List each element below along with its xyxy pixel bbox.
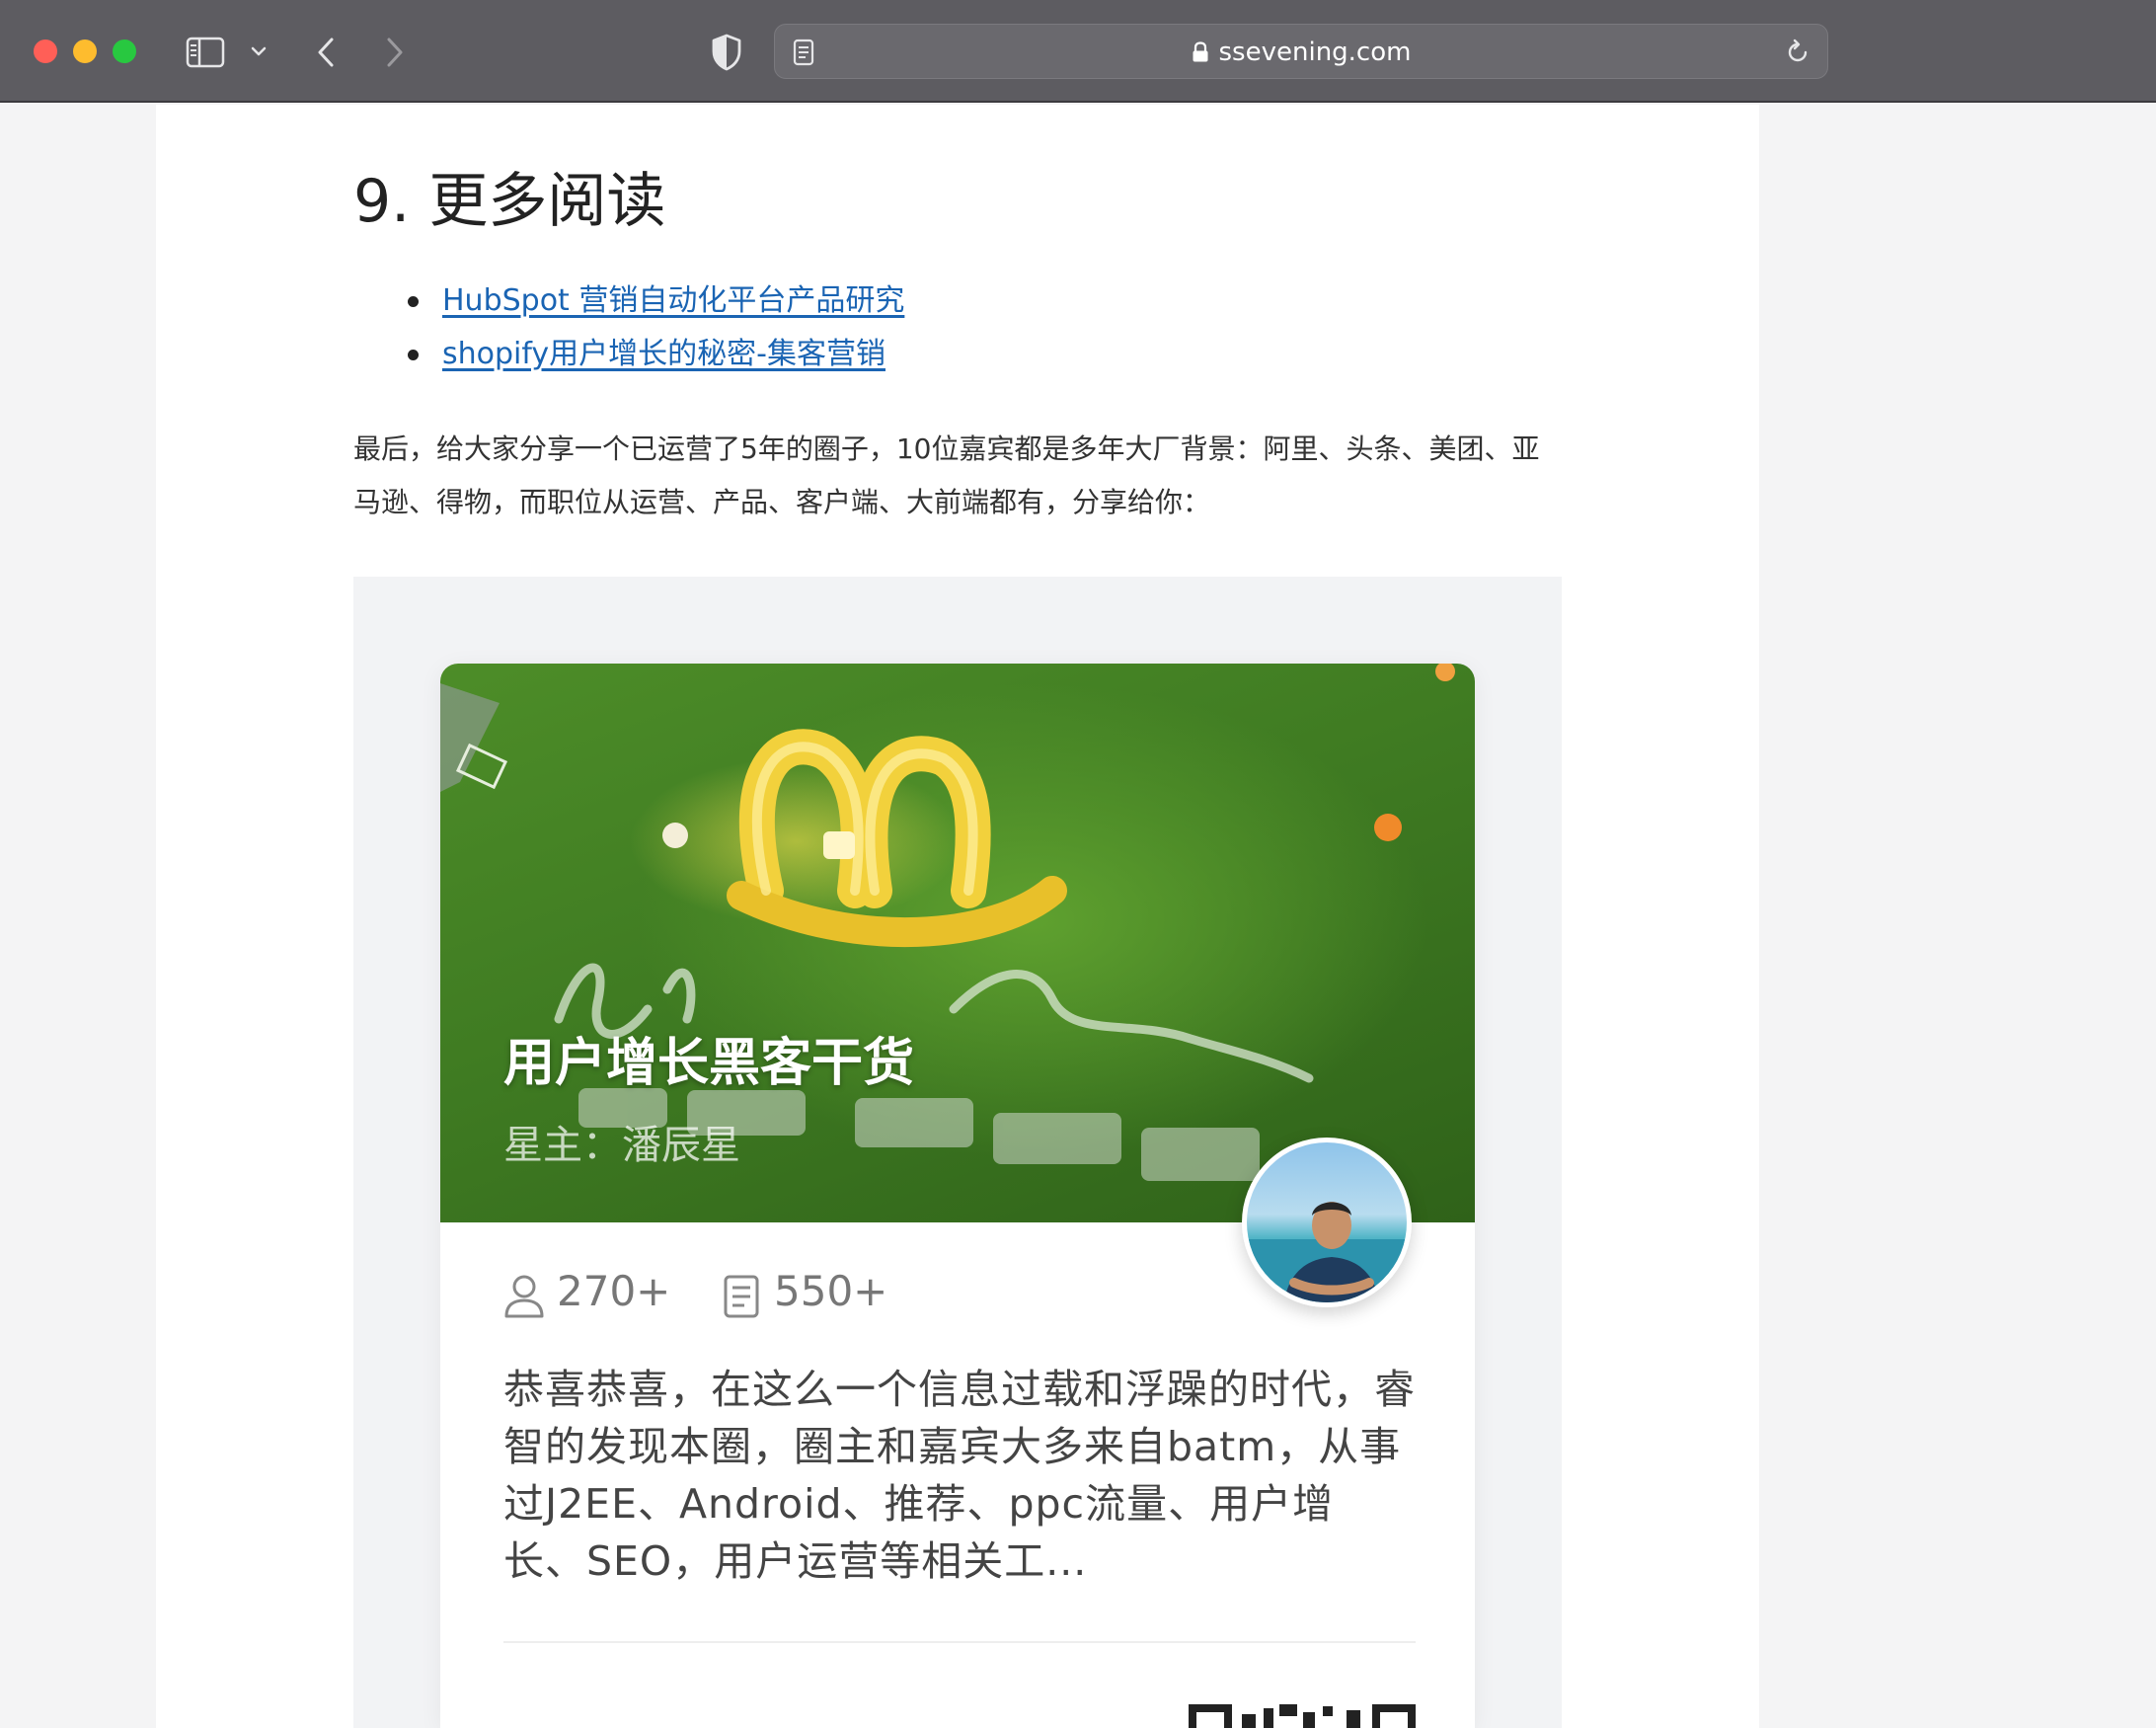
lock-icon [1193, 41, 1208, 62]
further-reading-list: HubSpot 营销自动化平台产品研究 shopify用户增长的秘密-集客营销 [353, 275, 904, 381]
url-display[interactable]: ssevening.com [775, 39, 1827, 66]
hubspot-article-link[interactable]: HubSpot 营销自动化平台产品研究 [442, 283, 904, 318]
zoom-window-button[interactable] [113, 39, 136, 63]
planet-card[interactable]: 用户增长黑客干货 星主：潘辰星 270+ 550+ 恭喜恭喜，在这么一个信息过载… [440, 664, 1475, 1728]
avatar [1242, 1138, 1412, 1307]
share-paragraph: 最后，给大家分享一个已运营了5年的圈子，10位嘉宾都是多年大厂背景：阿里、头条、… [353, 432, 1540, 518]
shopify-article-link[interactable]: shopify用户增长的秘密-集客营销 [442, 337, 886, 371]
owner-portrait [1247, 1202, 1407, 1302]
members-count: 270+ [557, 1267, 671, 1315]
address-bar[interactable]: ssevening.com [774, 24, 1828, 79]
divider [503, 1641, 1416, 1643]
chevron-down-icon[interactable] [249, 41, 269, 61]
minimize-window-button[interactable] [73, 39, 97, 63]
browser-toolbar: ssevening.com [0, 0, 2156, 103]
web-page: 9. 更多阅读 HubSpot 营销自动化平台产品研究 shopify用户增长的… [156, 105, 1759, 1728]
card-owner: 星主：潘辰星 [503, 1123, 740, 1168]
url-text: ssevening.com [1218, 38, 1412, 67]
section-heading: 9. 更多阅读 [353, 167, 666, 236]
list-item: HubSpot 营销自动化平台产品研究 [353, 275, 904, 328]
card-title: 用户增长黑客干货 [503, 1034, 915, 1093]
list-item: shopify用户增长的秘密-集客营销 [353, 328, 904, 381]
planet-card-embed: 用户增长黑客干货 星主：潘辰星 270+ 550+ 恭喜恭喜，在这么一个信息过载… [353, 577, 1562, 1728]
user-icon [504, 1275, 544, 1318]
chevron-right-icon[interactable] [383, 36, 407, 69]
card-description: 恭喜恭喜，在这么一个信息过载和浮躁的时代，睿智的发现本圈，圈主和嘉宾大多来自ba… [503, 1366, 1416, 1585]
sidebar-icon[interactable] [186, 37, 225, 68]
close-window-button[interactable] [34, 39, 57, 63]
shield-icon[interactable] [711, 34, 742, 71]
reload-icon[interactable] [1784, 39, 1811, 66]
chevron-left-icon[interactable] [314, 36, 338, 69]
posts-count: 550+ [774, 1267, 888, 1315]
qr-code-icon[interactable] [1189, 1704, 1416, 1728]
document-icon [724, 1275, 759, 1318]
